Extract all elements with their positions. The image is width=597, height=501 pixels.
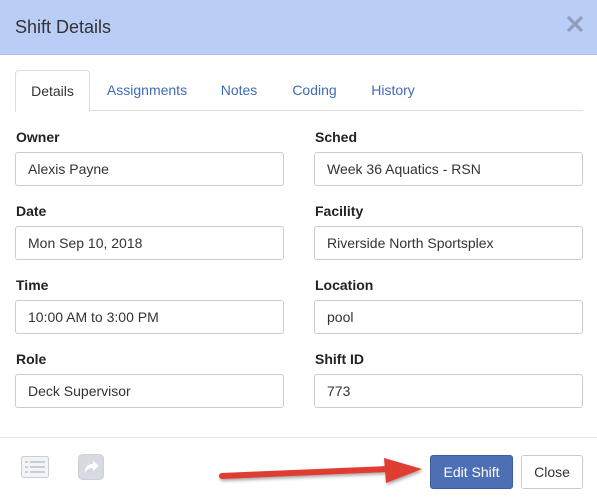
role-field[interactable]: Deck Supervisor xyxy=(15,374,284,408)
owner-label: Owner xyxy=(16,129,60,145)
role-label: Role xyxy=(16,351,47,367)
shift-id-field[interactable]: 773 xyxy=(314,374,583,408)
facility-label: Facility xyxy=(315,203,364,219)
time-field[interactable]: 10:00 AM to 3:00 PM xyxy=(15,300,284,334)
date-label: Date xyxy=(16,203,47,219)
date-field[interactable]: Mon Sep 10, 2018 xyxy=(15,226,284,260)
sched-label: Sched xyxy=(315,129,358,145)
close-icon[interactable] xyxy=(565,14,585,34)
time-label: Time xyxy=(16,277,49,293)
tab-bar: Details Assignments Notes Coding History xyxy=(15,70,583,112)
shift-details-dialog: Shift Details Details Assignments Notes … xyxy=(0,0,597,501)
tab-assignments[interactable]: Assignments xyxy=(97,70,197,111)
close-button[interactable]: Close xyxy=(521,455,583,489)
tab-history[interactable]: History xyxy=(362,70,424,111)
tab-notes[interactable]: Notes xyxy=(212,70,266,111)
dialog-title: Shift Details xyxy=(15,17,112,37)
list-icon[interactable] xyxy=(21,456,49,483)
tab-details[interactable]: Details xyxy=(15,70,90,112)
annotation-arrow xyxy=(216,452,428,492)
dialog-header: Shift Details xyxy=(0,0,597,55)
location-label: Location xyxy=(315,277,374,293)
location-field[interactable]: pool xyxy=(314,300,583,334)
tab-coding[interactable]: Coding xyxy=(283,70,346,111)
facility-field[interactable]: Riverside North Sportsplex xyxy=(314,226,583,260)
sched-field[interactable]: Week 36 Aquatics - RSN xyxy=(314,152,583,186)
edit-shift-button[interactable]: Edit Shift xyxy=(430,455,513,489)
owner-field[interactable]: Alexis Payne xyxy=(15,152,284,186)
share-icon[interactable] xyxy=(78,454,104,485)
shift-id-label: Shift ID xyxy=(315,351,364,367)
